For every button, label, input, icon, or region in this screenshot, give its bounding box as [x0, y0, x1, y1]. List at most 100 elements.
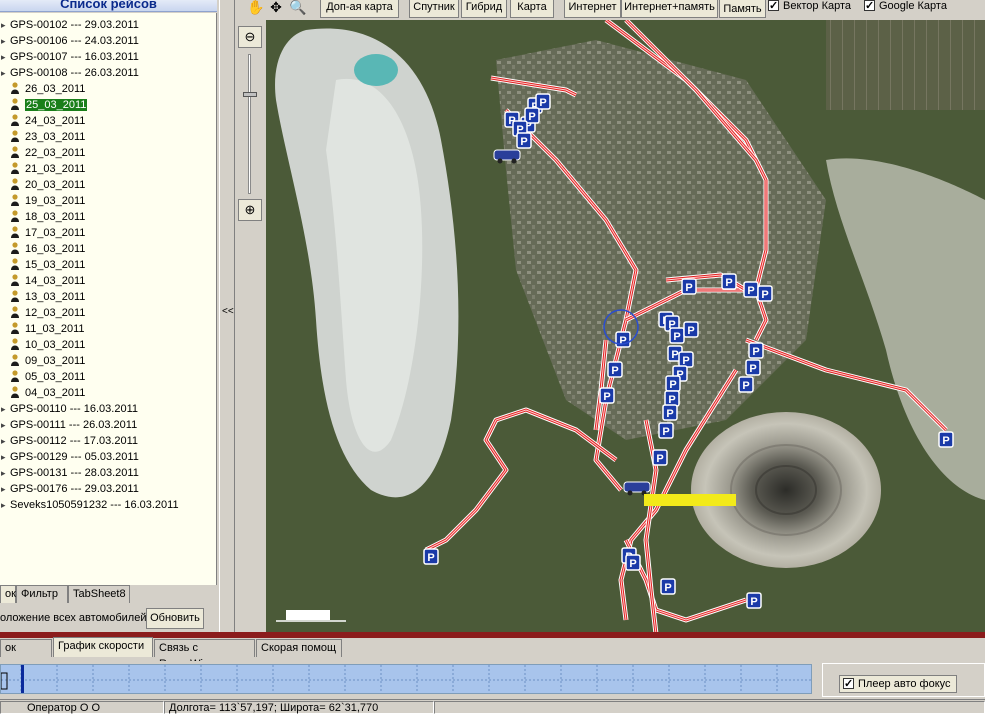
magnifier-icon[interactable]: 🔍 [289, 0, 307, 16]
trip-group-item[interactable]: ▸ GPS-00112 --- 17.03.2011 [1, 433, 138, 449]
parking-marker-icon[interactable]: P [938, 431, 954, 448]
trip-day-item[interactable]: 13_03_2011 [10, 289, 85, 305]
extra-map-button[interactable]: Доп-ая карта [320, 0, 399, 18]
zoom-slider[interactable] [243, 54, 257, 194]
parking-marker-icon[interactable]: P [665, 375, 681, 392]
parking-marker-icon[interactable]: P [662, 404, 678, 421]
trip-day-item[interactable]: 14_03_2011 [10, 273, 85, 289]
trip-group-item[interactable]: ▸ GPS-00102 --- 29.03.2011 [1, 17, 139, 33]
parking-marker-icon[interactable]: P [757, 285, 773, 302]
left-tab[interactable]: TabSheet8 [68, 585, 130, 603]
trip-day-item[interactable]: 24_03_2011 [10, 113, 85, 129]
parking-marker-icon[interactable]: P [745, 359, 761, 376]
expand-arrow-icon[interactable]: ▸ [1, 49, 7, 65]
player-autofocus-checkbox[interactable]: Плеер авто фокус [839, 675, 957, 693]
parking-marker-icon[interactable]: P [660, 578, 676, 595]
trip-day-item[interactable]: 15_03_2011 [10, 257, 85, 273]
trip-group-item[interactable]: ▸ GPS-00106 --- 24.03.2011 [1, 33, 139, 49]
parking-marker-icon[interactable]: P [524, 107, 540, 124]
vector-map-checkbox[interactable]: Вектор Карта [768, 0, 851, 16]
parking-marker-icon[interactable]: P [721, 273, 737, 290]
parking-marker-icon[interactable]: P [683, 321, 699, 338]
trip-group-item[interactable]: ▸ GPS-00108 --- 26.03.2011 [1, 65, 139, 81]
panel-splitter[interactable]: << [219, 0, 235, 634]
expand-arrow-icon[interactable]: ▸ [1, 433, 7, 449]
parking-marker-icon[interactable]: P [738, 376, 754, 393]
parking-marker-icon[interactable]: P [535, 93, 551, 110]
parking-marker-icon[interactable]: P [625, 554, 641, 571]
trip-day-item[interactable]: 20_03_2011 [10, 177, 85, 193]
refresh-button[interactable]: Обновить [146, 608, 204, 629]
trip-group-item[interactable]: ▸ GPS-00111 --- 26.03.2011 [1, 417, 137, 433]
parking-marker-icon[interactable]: P [664, 390, 680, 407]
trip-group-item[interactable]: ▸ GPS-00107 --- 16.03.2011 [1, 49, 139, 65]
bottom-tab[interactable]: График скорости [53, 637, 153, 657]
trip-day-item[interactable]: 10_03_2011 [10, 337, 85, 353]
parking-marker-icon[interactable]: P [746, 592, 762, 609]
bottom-tab[interactable]: Скорая помощ [256, 639, 342, 657]
parking-marker-icon[interactable]: P [748, 342, 764, 359]
left-tab[interactable]: ок [0, 585, 16, 603]
zoom-out-button[interactable]: ⊖ [238, 26, 262, 48]
parking-marker-icon[interactable]: P [678, 351, 694, 368]
parking-marker-icon[interactable]: P [681, 278, 697, 295]
zoom-thumb[interactable] [243, 92, 257, 97]
parking-marker-icon[interactable]: P [516, 132, 532, 149]
map-canvas[interactable]: PPPPPPPPPPPPPPPPPPPPPPPPPPPPPPPPPPP [266, 20, 985, 634]
parking-marker-icon[interactable]: P [652, 449, 668, 466]
parking-marker-icon[interactable]: P [669, 327, 685, 344]
map-button[interactable]: Карта [510, 0, 554, 18]
trip-group-item[interactable]: ▸ GPS-00131 --- 28.03.2011 [1, 465, 139, 481]
hand-icon[interactable]: ✋ [247, 0, 265, 16]
trip-day-item[interactable]: 22_03_2011 [10, 145, 85, 161]
parking-marker-icon[interactable]: P [607, 361, 623, 378]
parking-marker-icon[interactable]: P [658, 422, 674, 439]
google-map-checkbox[interactable]: Google Карта [864, 0, 947, 16]
trip-day-item[interactable]: 12_03_2011 [10, 305, 85, 321]
trip-group-item[interactable]: ▸ Seveks1050591232 --- 16.03.2011 [1, 497, 179, 513]
trip-day-item[interactable]: 19_03_2011 [10, 193, 85, 209]
trip-day-item[interactable]: 16_03_2011 [10, 241, 85, 257]
internet-memory-button[interactable]: Интернет+память [621, 0, 718, 18]
trip-day-item[interactable]: 18_03_2011 [10, 209, 85, 225]
trip-day-item[interactable]: 04_03_2011 [10, 385, 85, 401]
parking-marker-icon[interactable]: P [743, 281, 759, 298]
trip-day-item[interactable]: 26_03_2011 [10, 81, 85, 97]
playback-cursor[interactable] [21, 665, 24, 694]
expand-arrow-icon[interactable]: ▸ [1, 401, 7, 417]
trip-day-item[interactable]: 11_03_2011 [10, 321, 85, 337]
expand-arrow-icon[interactable]: ▸ [1, 465, 7, 481]
parking-marker-icon[interactable]: P [615, 331, 631, 348]
satellite-button[interactable]: Спутник [409, 0, 459, 18]
expand-arrow-icon[interactable]: ▸ [1, 65, 7, 81]
internet-button[interactable]: Интернет [564, 0, 621, 18]
speed-graph[interactable] [0, 664, 812, 694]
expand-arrow-icon[interactable]: ▸ [1, 17, 7, 33]
trip-day-item[interactable]: 05_03_2011 [10, 369, 85, 385]
expand-arrow-icon[interactable]: ▸ [1, 497, 7, 513]
collapse-arrows-icon[interactable]: << [222, 306, 234, 317]
left-tab[interactable]: Фильтр [16, 585, 68, 603]
expand-arrow-icon[interactable]: ▸ [1, 449, 7, 465]
memory-button[interactable]: Память [719, 0, 766, 18]
trip-day-item[interactable]: 21_03_2011 [10, 161, 85, 177]
trip-day-item[interactable]: 23_03_2011 [10, 129, 85, 145]
expand-arrow-icon[interactable]: ▸ [1, 33, 7, 49]
trip-group-item[interactable]: ▸ GPS-00176 --- 29.03.2011 [1, 481, 139, 497]
satellite-map[interactable]: PPPPPPPPPPPPPPPPPPPPPPPPPPPPPPPPPPP [266, 20, 985, 634]
parking-marker-icon[interactable]: P [599, 387, 615, 404]
expand-arrow-icon[interactable]: ▸ [1, 417, 7, 433]
move-icon[interactable]: ✥ [267, 0, 285, 16]
expand-arrow-icon[interactable]: ▸ [1, 481, 7, 497]
hybrid-button[interactable]: Гибрид [461, 0, 507, 18]
trip-group-item[interactable]: ▸ GPS-00129 --- 05.03.2011 [1, 449, 139, 465]
trip-day-item[interactable]: 25_03_2011 [10, 97, 88, 113]
bottom-tab[interactable]: ок треков [0, 639, 52, 670]
trip-tree[interactable]: ▸ GPS-00102 --- 29.03.2011 ▸ GPS-00106 --- … [0, 13, 217, 585]
trip-day-item[interactable]: 17_03_2011 [10, 225, 85, 241]
zoom-in-button[interactable]: ⊕ [238, 199, 262, 221]
trip-day-item[interactable]: 09_03_2011 [10, 353, 85, 369]
parking-marker-icon[interactable]: P [423, 548, 439, 565]
trip-group-item[interactable]: ▸ GPS-00110 --- 16.03.2011 [1, 401, 138, 417]
bottom-tab[interactable]: Связь с RussaWin [154, 639, 255, 670]
